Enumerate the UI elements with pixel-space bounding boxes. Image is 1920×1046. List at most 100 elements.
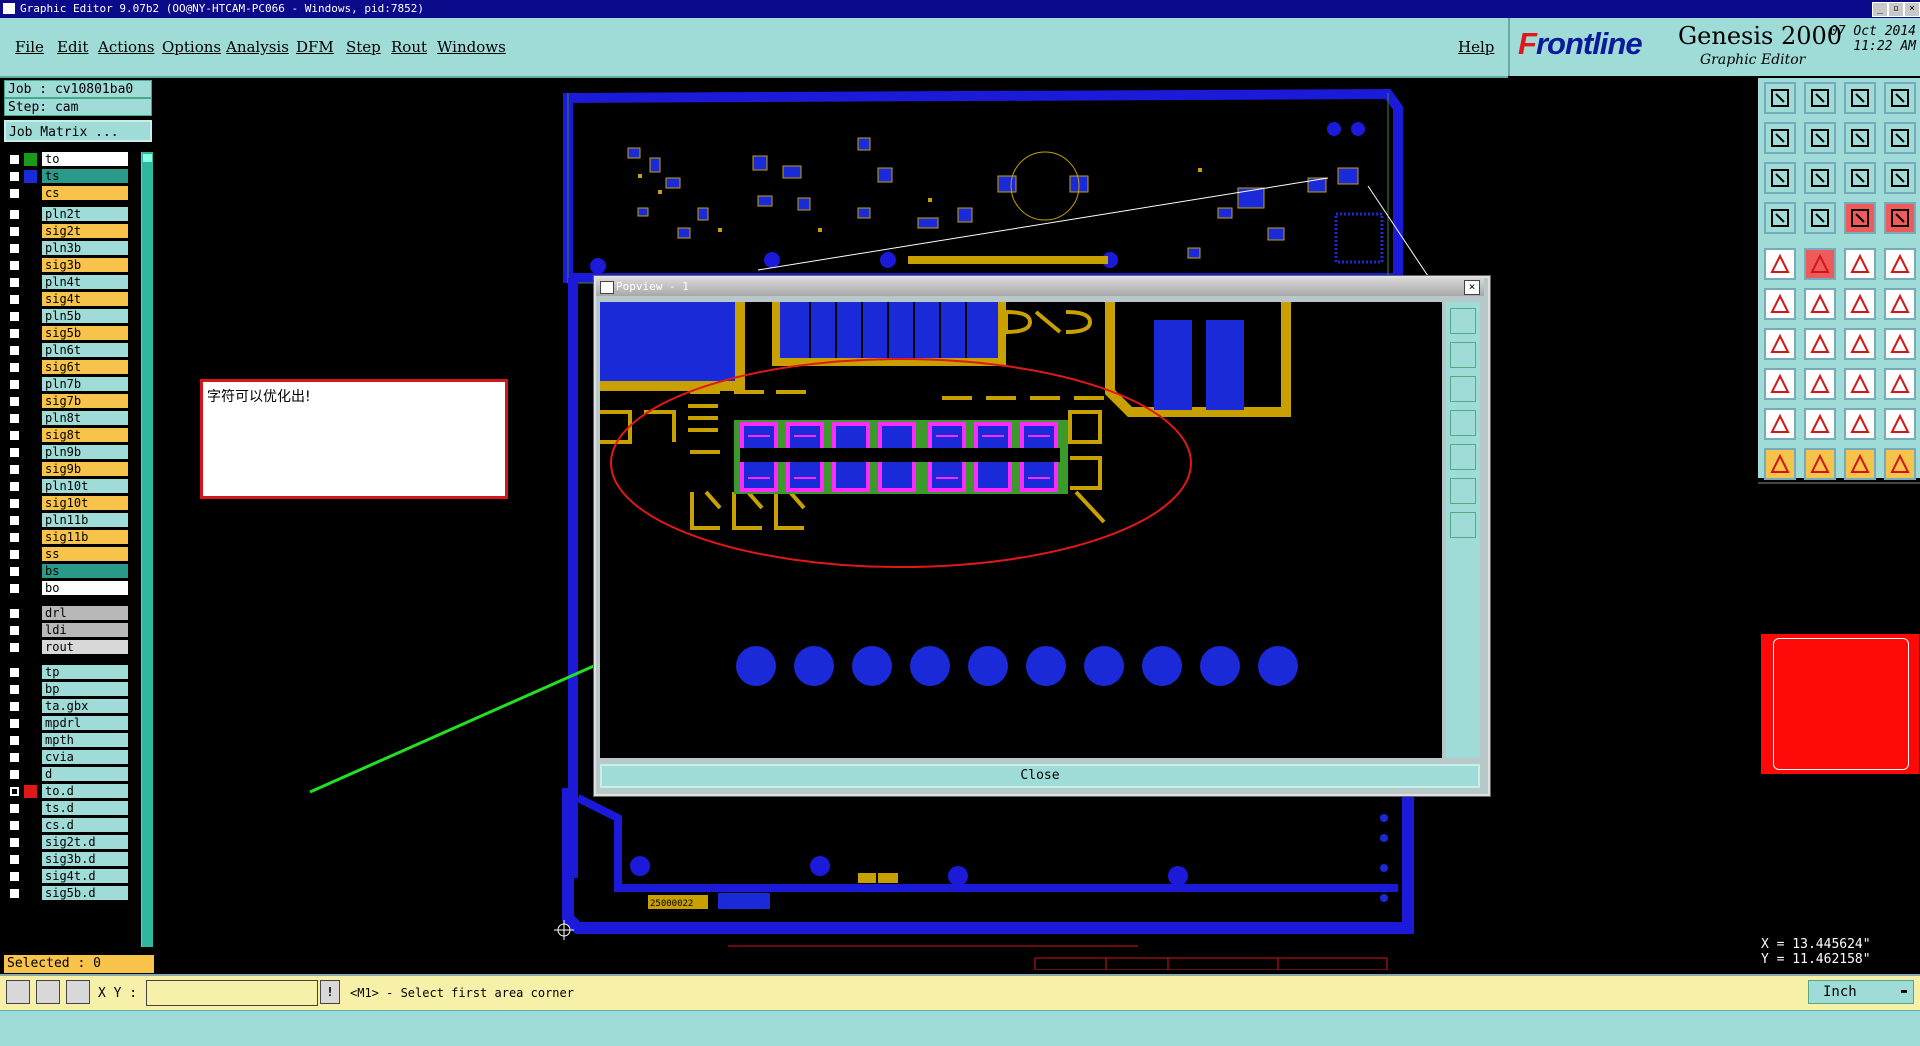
layer-checkbox[interactable] <box>9 430 20 441</box>
layer-affect-icon[interactable]: ◢ <box>135 869 140 879</box>
tool-8-2-icon[interactable] <box>1844 408 1876 440</box>
layer-name[interactable]: ta.gbx <box>42 699 128 713</box>
layer-affect-icon[interactable]: ◢ <box>135 767 140 777</box>
layer-checkbox[interactable] <box>9 642 20 653</box>
layer-name[interactable]: sig5b <box>42 326 128 340</box>
tool-0-3-icon[interactable] <box>1884 82 1916 114</box>
popview-pan-right-icon[interactable] <box>1450 444 1476 470</box>
layer-name[interactable]: sig3b <box>42 258 128 272</box>
layer-affect-icon[interactable]: ◢ <box>135 835 140 845</box>
layer-affect-icon[interactable]: ◢ <box>135 496 140 506</box>
tool-5-2-icon[interactable] <box>1844 288 1876 320</box>
layer-affect-icon[interactable]: ◢ <box>135 275 140 285</box>
popview-pan-left-icon[interactable] <box>1450 410 1476 436</box>
popview-close-button[interactable]: Close <box>600 764 1480 788</box>
layer-affect-icon[interactable]: ◢ <box>135 224 140 234</box>
layer-affect-icon[interactable]: ◢ <box>135 343 140 353</box>
layer-affect-icon[interactable]: ◢ <box>135 564 140 574</box>
layer-checkbox[interactable] <box>9 277 20 288</box>
layer-affect-icon[interactable]: ◢ <box>135 818 140 828</box>
layer-affect-icon[interactable]: ◢ <box>135 886 140 896</box>
tool-4-0-icon[interactable] <box>1764 248 1796 280</box>
tool-0-0-icon[interactable] <box>1764 82 1796 114</box>
popview-zoom-out-icon[interactable] <box>1450 342 1476 368</box>
layer-row-sig10t[interactable]: sig10t ◢ <box>4 496 142 511</box>
layer-name[interactable]: pln7b <box>42 377 128 391</box>
tool-9-1-icon[interactable] <box>1804 448 1836 480</box>
layer-checkbox[interactable] <box>9 820 20 831</box>
tool-0-2-icon[interactable] <box>1844 82 1876 114</box>
layer-affect-icon[interactable]: ◢ <box>135 665 140 675</box>
layer-checkbox[interactable] <box>9 837 20 848</box>
layer-name[interactable]: sig9b <box>42 462 128 476</box>
layer-row-cvia[interactable]: cvia ◢ <box>4 750 142 765</box>
tool-7-3-icon[interactable] <box>1884 368 1916 400</box>
layer-name[interactable]: ts.d <box>42 801 128 815</box>
tool-4-3-icon[interactable] <box>1884 248 1916 280</box>
layer-name[interactable]: ss <box>42 547 128 561</box>
layer-name[interactable]: tp <box>42 665 128 679</box>
layer-name[interactable]: pln8t <box>42 411 128 425</box>
layer-color-swatch[interactable] <box>24 153 37 166</box>
measure-tool-icon[interactable] <box>36 980 60 1004</box>
layer-affect-icon[interactable]: ◢ <box>135 394 140 404</box>
layer-row-to-d[interactable]: to.d ◢ <box>4 784 142 799</box>
layer-checkbox[interactable] <box>9 260 20 271</box>
layer-checkbox[interactable] <box>9 294 20 305</box>
layer-row-sig3b[interactable]: sig3b ◢ <box>4 258 142 273</box>
tool-6-0-icon[interactable] <box>1764 328 1796 360</box>
layer-name[interactable]: sig8t <box>42 428 128 442</box>
tool-2-3-icon[interactable] <box>1884 162 1916 194</box>
layer-checkbox[interactable] <box>9 803 20 814</box>
layer-affect-icon[interactable]: ◢ <box>135 207 140 217</box>
layer-affect-icon[interactable]: ◢ <box>135 377 140 387</box>
layer-checkbox[interactable] <box>9 888 20 899</box>
layer-name[interactable]: sig2t.d <box>42 835 128 849</box>
layer-row-d[interactable]: d ◢ <box>4 767 142 782</box>
layer-row-to[interactable]: to ◢ <box>4 152 142 167</box>
tool-5-3-icon[interactable] <box>1884 288 1916 320</box>
layer-affect-icon[interactable]: ◢ <box>135 241 140 251</box>
layer-row-bs[interactable]: bs ◢ <box>4 564 142 579</box>
layer-row-ss[interactable]: ss ◢ <box>4 547 142 562</box>
tool-9-0-icon[interactable] <box>1764 448 1796 480</box>
layer-name[interactable]: sig10t <box>42 496 128 510</box>
layer-checkbox[interactable] <box>9 226 20 237</box>
menu-dfm[interactable]: DFM <box>296 38 334 56</box>
popview-zoom-area-icon[interactable] <box>1450 376 1476 402</box>
layer-affect-icon[interactable]: ◢ <box>135 606 140 616</box>
tool-7-2-icon[interactable] <box>1844 368 1876 400</box>
layer-row-drl[interactable]: drl ◢ <box>4 606 142 621</box>
tool-1-1-icon[interactable] <box>1804 122 1836 154</box>
tool-0-1-icon[interactable] <box>1804 82 1836 114</box>
job-matrix-button[interactable]: Job Matrix ... <box>4 120 152 142</box>
layer-scrollbar[interactable] <box>141 152 153 947</box>
layer-checkbox[interactable] <box>9 684 20 695</box>
layer-checkbox[interactable] <box>9 608 20 619</box>
units-select[interactable]: Inch ▬ <box>1808 980 1914 1004</box>
layer-row-sig6t[interactable]: sig6t ◢ <box>4 360 142 375</box>
layer-row-pln2t[interactable]: pln2t ◢ <box>4 207 142 222</box>
layer-row-pln8t[interactable]: pln8t ◢ <box>4 411 142 426</box>
popview-zoom-in-icon[interactable] <box>1450 308 1476 334</box>
layer-name[interactable]: to <box>42 152 128 166</box>
layer-row-ts-d[interactable]: ts.d ◢ <box>4 801 142 816</box>
layer-name[interactable]: pln2t <box>42 207 128 221</box>
layer-name[interactable]: sig4t.d <box>42 869 128 883</box>
maximize-icon[interactable]: ▫ <box>1888 2 1904 17</box>
layer-checkbox[interactable] <box>9 871 20 882</box>
layer-name[interactable]: sig11b <box>42 530 128 544</box>
layer-checkbox[interactable] <box>9 549 20 560</box>
layer-checkbox[interactable] <box>9 532 20 543</box>
layer-row-pln4t[interactable]: pln4t ◢ <box>4 275 142 290</box>
layer-checkbox[interactable] <box>9 566 20 577</box>
overview-minimap[interactable] <box>1758 482 1920 936</box>
layer-name[interactable]: bp <box>42 682 128 696</box>
tool-4-1-icon[interactable] <box>1804 248 1836 280</box>
layer-affect-icon[interactable]: ◢ <box>135 169 140 179</box>
layer-affect-icon[interactable]: ◢ <box>135 479 140 489</box>
layer-name[interactable]: pln4t <box>42 275 128 289</box>
layer-name[interactable]: to.d <box>42 784 128 798</box>
layer-row-pln7b[interactable]: pln7b ◢ <box>4 377 142 392</box>
layer-affect-icon[interactable]: ◢ <box>135 733 140 743</box>
